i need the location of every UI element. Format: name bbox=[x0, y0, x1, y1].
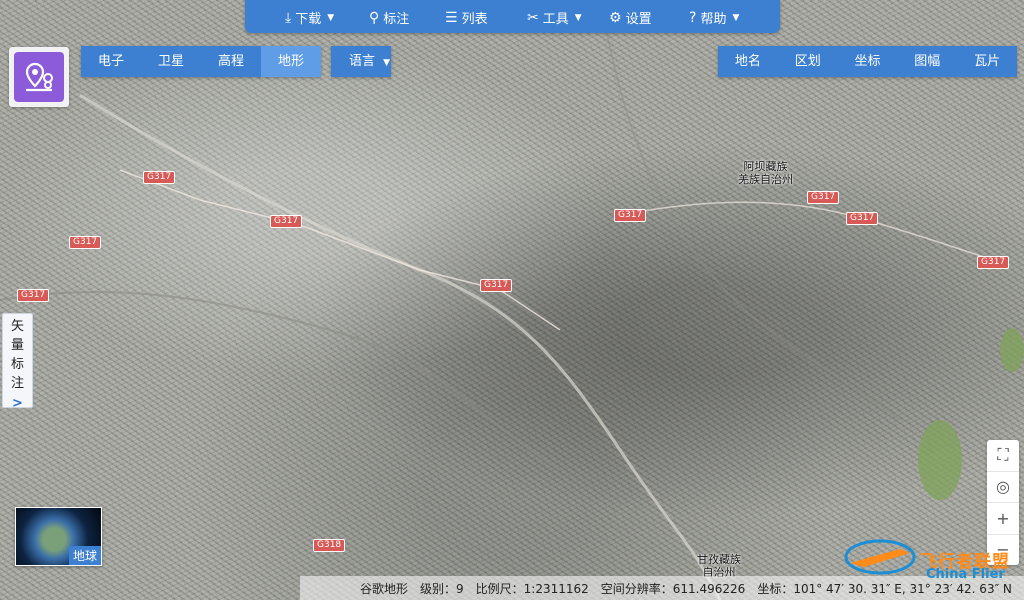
chevron-right-icon: > bbox=[12, 396, 23, 411]
download-label: 下载 bbox=[295, 12, 322, 27]
side-tab-char: 注 bbox=[10, 376, 24, 391]
minus-icon: − bbox=[996, 540, 1010, 560]
map-pin-logo-icon bbox=[14, 52, 64, 102]
help-label: 帮助 bbox=[700, 12, 727, 27]
zoom-in-button[interactable]: + bbox=[987, 503, 1019, 535]
road-shield: G317 bbox=[480, 279, 513, 292]
side-tab-char: 标 bbox=[10, 357, 24, 372]
cursor-coordinates: 坐标：101° 47′ 30. 31″ E, 31° 23′ 42. 63″ N bbox=[757, 581, 1012, 596]
help-menu[interactable]: ? 帮助 ▼ bbox=[689, 8, 740, 28]
fullscreen-button[interactable]: ⛶ bbox=[987, 440, 1019, 472]
globe-label: 地球 bbox=[68, 546, 101, 565]
map-type-terrain[interactable]: 地形 bbox=[261, 46, 321, 77]
fullscreen-icon: ⛶ bbox=[997, 445, 1009, 465]
settings-menu[interactable]: ⚙ 设置 bbox=[609, 8, 652, 28]
help-icon: ? bbox=[689, 9, 697, 26]
road-shield: G317 bbox=[614, 209, 647, 222]
annotate-label: 标注 bbox=[383, 12, 410, 27]
chevron-down-icon: ▼ bbox=[574, 12, 582, 23]
map-type-satellite[interactable]: 卫星 bbox=[141, 46, 201, 77]
list-label: 列表 bbox=[461, 12, 488, 27]
terrain-relief bbox=[0, 0, 1024, 600]
district-button[interactable]: 区划 bbox=[778, 46, 838, 77]
map-sheet-button[interactable]: 图幅 bbox=[897, 46, 957, 77]
tools-menu[interactable]: ✂ 工具 ▼ bbox=[527, 8, 582, 28]
pin-icon: ⚲ bbox=[369, 9, 380, 26]
zoom-level: 级别：9 bbox=[420, 581, 464, 596]
road-shield: G317 bbox=[846, 212, 879, 225]
map-type-elevation[interactable]: 高程 bbox=[201, 46, 261, 77]
placename-button[interactable]: 地名 bbox=[718, 46, 778, 77]
road-shield: G317 bbox=[69, 236, 102, 249]
vector-annotation-tab[interactable]: 矢 量 标 注 > bbox=[2, 313, 33, 411]
annotate-menu[interactable]: ⚲ 标注 bbox=[369, 8, 410, 28]
list-menu[interactable]: ☰ 列表 bbox=[445, 8, 488, 28]
road-shield: G317 bbox=[807, 191, 840, 204]
road-shield: G317 bbox=[270, 215, 303, 228]
tools-label: 工具 bbox=[542, 12, 569, 27]
language-dropdown[interactable]: 语言 ▼ bbox=[331, 46, 391, 77]
map-type-vector[interactable]: 电子 bbox=[81, 46, 141, 77]
app-logo[interactable] bbox=[9, 47, 69, 107]
side-tab-char: 量 bbox=[10, 338, 24, 353]
tile-button[interactable]: 瓦片 bbox=[957, 46, 1017, 77]
language-label: 语言 bbox=[349, 54, 376, 69]
road-shield: G318 bbox=[313, 539, 346, 552]
place-label: 阿坝藏族 羌族自治州 bbox=[738, 160, 793, 186]
plus-icon: + bbox=[996, 508, 1010, 528]
map-type-switcher: 电子 卫星 高程 地形 bbox=[81, 46, 321, 77]
download-menu[interactable]: ⤓ 下载 ▼ bbox=[285, 8, 335, 28]
settings-label: 设置 bbox=[625, 12, 652, 27]
map-scale: 比例尺：1:2311162 bbox=[475, 581, 589, 596]
locate-button[interactable]: ◎ bbox=[987, 472, 1019, 503]
locate-icon: ◎ bbox=[996, 477, 1010, 497]
road-shield: G317 bbox=[17, 289, 50, 302]
status-bar: 谷歌地形 级别：9 比例尺：1:2311162 空间分辨率：611.496226… bbox=[300, 576, 1024, 600]
right-toolbar: 地名 区划 坐标 图幅 瓦片 bbox=[718, 46, 1017, 77]
chevron-down-icon: ▼ bbox=[732, 12, 740, 23]
map-source: 谷歌地形 bbox=[360, 581, 409, 596]
road-shield: G317 bbox=[143, 171, 176, 184]
zoom-out-button[interactable]: − bbox=[987, 535, 1019, 566]
side-tab-char: 矢 bbox=[10, 319, 24, 334]
chevron-down-icon: ▼ bbox=[383, 58, 391, 68]
download-icon: ⤓ bbox=[285, 9, 292, 26]
gear-icon: ⚙ bbox=[609, 9, 622, 26]
coordinate-button[interactable]: 坐标 bbox=[838, 46, 898, 77]
terrain-map[interactable]: G317 G317 G317 G317 G317 G317 G317 G317 … bbox=[0, 0, 1024, 600]
tools-icon: ✂ bbox=[527, 9, 539, 26]
list-icon: ☰ bbox=[445, 9, 458, 26]
spatial-resolution: 空间分辨率：611.496226 bbox=[600, 581, 746, 596]
top-menu-bar: ⤓ 下载 ▼ ⚲ 标注 ☰ 列表 ✂ 工具 ▼ ⚙ 设置 ? 帮助 ▼ bbox=[245, 0, 780, 33]
road-shield: G317 bbox=[977, 256, 1010, 269]
chevron-down-icon: ▼ bbox=[327, 12, 335, 23]
map-tools: ⛶ ◎ + − bbox=[987, 440, 1019, 565]
globe-view-button[interactable]: 地球 bbox=[15, 507, 102, 566]
